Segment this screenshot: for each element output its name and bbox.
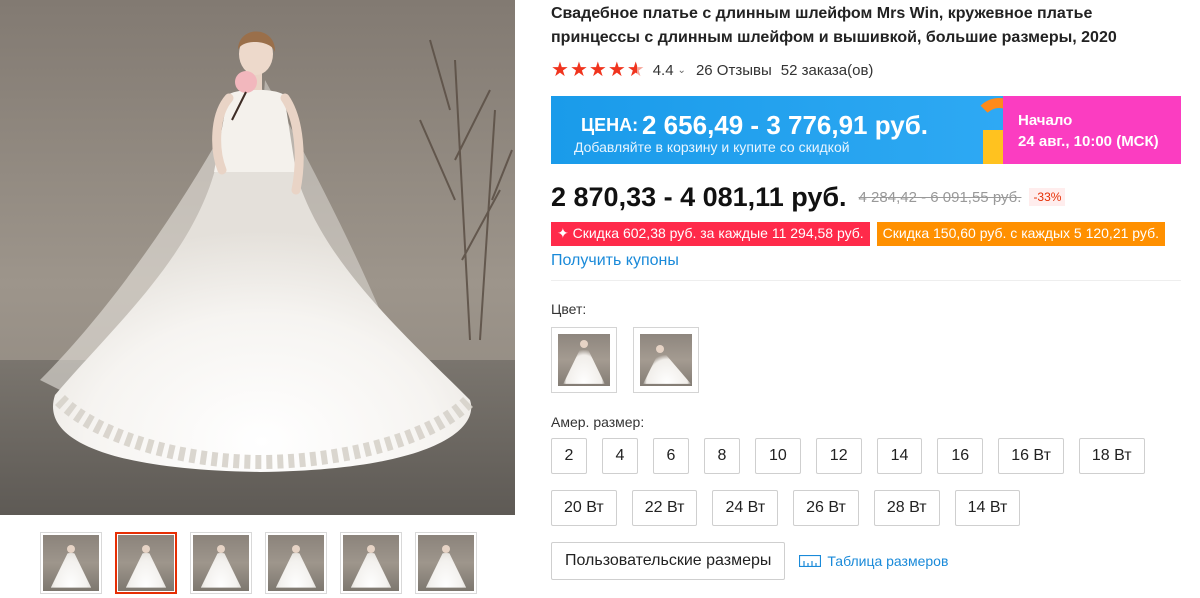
size-option[interactable]: 20 Вт (551, 490, 617, 526)
main-product-image[interactable] (0, 0, 515, 515)
thumbnail-3[interactable] (190, 532, 252, 594)
size-option[interactable]: 16 (937, 438, 984, 474)
thumbnail-5[interactable] (340, 532, 402, 594)
size-option[interactable]: 6 (653, 438, 689, 474)
size-chart-label: Таблица размеров (827, 553, 949, 569)
size-option[interactable]: 18 Вт (1078, 438, 1145, 474)
get-coupons-link[interactable]: Получить купоны (551, 252, 679, 270)
star-icon: ★ (588, 59, 607, 81)
rating-value[interactable]: 4.4 (653, 62, 674, 79)
color-swatches (551, 327, 1181, 393)
promo-start-label: Начало (1018, 112, 1073, 129)
promo-price-label: ЦЕНА: (581, 115, 639, 135)
orders-count: 52 заказа(ов) (780, 61, 874, 79)
size-option[interactable]: 14 Вт (954, 490, 1021, 526)
size-option[interactable]: 8 (704, 438, 740, 474)
size-option[interactable]: 10 (755, 438, 801, 474)
thumbnail-strip (40, 532, 477, 594)
size-option[interactable]: 12 (815, 438, 862, 474)
size-chart-link[interactable]: Таблица размеров (799, 553, 948, 569)
size-option[interactable]: 24 Вт (712, 490, 779, 526)
star-icon: ★ (607, 59, 626, 81)
promo-banner[interactable]: ЦЕНА: 2 656,49 - 3 776,91 руб. Добавляйт… (551, 96, 1181, 164)
size-option[interactable]: 14 (876, 438, 923, 474)
star-icon: ★ (551, 59, 569, 81)
wedding-dress-photo (0, 0, 515, 515)
promo-subtitle: Добавляйте в корзину и купите со скидкой (574, 139, 850, 155)
old-price: 4 284,42 - 6 091,55 руб. (858, 188, 1022, 206)
thumbnail-6[interactable] (415, 532, 477, 594)
color-swatch-1[interactable] (551, 327, 617, 393)
promo-start-block: Начало 24 авг., 10:00 (МСК) (1003, 96, 1181, 164)
star-icon: ★ (569, 59, 588, 81)
size-option[interactable]: 16 Вт (998, 438, 1064, 474)
divider (551, 280, 1181, 281)
discount-badge: -33% (1029, 188, 1066, 206)
store-coupon-badge[interactable]: ✦ Скидка 602,38 руб. за каждые 11 294,58… (551, 222, 870, 246)
rating-row: ★ ★ ★ ★ ★ 4.4 ⌄ 26 Отзывы 52 заказа(ов) (551, 59, 1181, 81)
size-label: Амер. размер: (551, 414, 645, 430)
promo-price-block: ЦЕНА: 2 656,49 - 3 776,91 руб. Добавляйт… (551, 96, 1003, 164)
ruler-icon (799, 555, 822, 567)
color-label: Цвет: (551, 301, 587, 317)
rating-stars: ★ ★ ★ ★ ★ (551, 60, 645, 80)
reviews-link[interactable]: 26 Отзывы (696, 62, 772, 79)
size-option[interactable]: 28 Вт (873, 490, 940, 526)
size-option[interactable]: 2 (551, 438, 587, 474)
size-option[interactable]: 22 Вт (631, 490, 698, 526)
thumbnail-4[interactable] (265, 532, 327, 594)
product-info: Свадебное платье с длинным шлейфом Mrs W… (551, 0, 1181, 580)
price-row: 2 870,33 - 4 081,11 руб. 4 284,42 - 6 09… (551, 181, 1181, 213)
promo-price: 2 656,49 - 3 776,91 руб. (642, 110, 929, 140)
chevron-down-icon[interactable]: ⌄ (678, 65, 686, 76)
promo-start-date: 24 авг., 10:00 (МСК) (1018, 133, 1159, 150)
coupons-row: ✦ Скидка 602,38 руб. за каждые 11 294,58… (551, 222, 1181, 246)
custom-size-row: Пользовательские размеры Таблица размеро… (551, 542, 1181, 580)
half-star-icon: ★ (626, 59, 645, 81)
seller-coupon-badge[interactable]: Скидка 150,60 руб. с каждых 5 120,21 руб… (876, 222, 1165, 246)
thumbnail-2[interactable] (115, 532, 177, 594)
product-title: Свадебное платье с длинным шлейфом Mrs W… (551, 5, 1117, 46)
color-swatch-2[interactable] (633, 327, 699, 393)
size-option[interactable]: 26 Вт (793, 490, 859, 526)
thumbnail-1[interactable] (40, 532, 102, 594)
custom-sizes-button[interactable]: Пользовательские размеры (551, 542, 786, 580)
current-price: 2 870,33 - 4 081,11 руб. (551, 181, 847, 212)
decorative-block-icon (983, 130, 1003, 164)
size-option[interactable]: 4 (602, 438, 638, 474)
size-options: 2 4 6 8 10 12 14 16 16 Вт 18 Вт 20 Вт 22… (551, 438, 1151, 526)
